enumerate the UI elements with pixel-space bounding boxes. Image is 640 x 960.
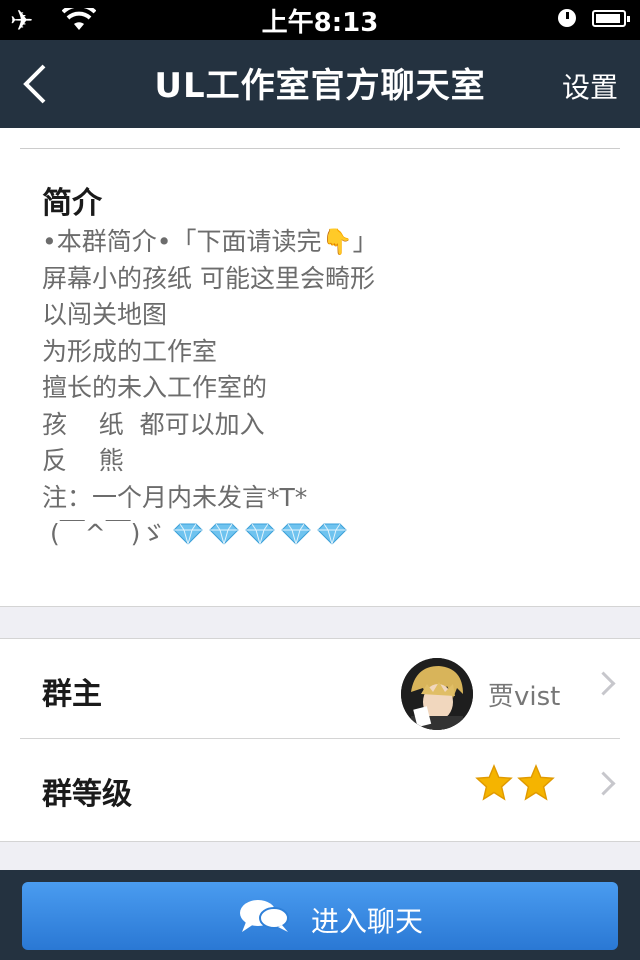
owner-avatar xyxy=(401,658,473,730)
settings-button[interactable]: 设置 xyxy=(562,66,618,106)
intro-line: 为形成的工作室 xyxy=(42,336,218,366)
emoticon-text: (￣^￣)ゞ xyxy=(42,519,166,548)
battery-icon xyxy=(592,10,630,27)
navigation-bar: UL工作室官方聊天室 设置 xyxy=(0,40,640,128)
chat-bubbles-icon xyxy=(240,900,289,932)
intro-text: •本群简介•「下面请读完👇」 屏幕小的孩纸 可能这里会畸形 以闯关地图 为形成的… xyxy=(42,224,378,553)
diamond-icon xyxy=(245,523,276,545)
intro-line: 屏幕小的孩纸 可能这里会畸形 xyxy=(42,263,375,293)
enter-chat-label: 进入聊天 xyxy=(311,905,424,938)
page-title: UL工作室官方聊天室 xyxy=(154,66,486,106)
owner-label: 群主 xyxy=(42,677,102,712)
row-group-level[interactable]: 群等级 xyxy=(0,739,640,839)
status-time: 上午8:13 xyxy=(261,8,379,38)
intro-line: 注：一个月内未发言*T* xyxy=(42,482,308,512)
intro-line: 以闯关地图 xyxy=(42,300,168,329)
star-icon xyxy=(475,764,513,801)
intro-heading: 简介 xyxy=(42,186,102,221)
diamond-icon xyxy=(209,523,240,545)
row-group-owner[interactable]: 群主 贾vist xyxy=(0,639,640,739)
chevron-right-icon xyxy=(591,671,616,696)
divider xyxy=(20,148,620,149)
diamond-icon xyxy=(173,523,204,545)
owner-name: 贾vist xyxy=(488,682,561,712)
diamond-icon xyxy=(281,523,312,545)
intro-line: 擅长的未入工作室的 xyxy=(42,373,268,402)
enter-chat-button[interactable]: 进入聊天 xyxy=(22,882,618,950)
diamond-row xyxy=(173,519,353,548)
diamond-icon xyxy=(317,523,348,545)
group-info-list: 群主 贾vist 群等级 xyxy=(0,638,640,842)
star-icon xyxy=(517,764,555,801)
intro-line: 孩 纸 都可以加入 xyxy=(42,409,265,439)
alarm-clock-icon xyxy=(558,9,576,27)
chevron-right-icon xyxy=(591,771,616,796)
status-bar: ✈ 上午8:13 xyxy=(0,0,640,40)
bottom-toolbar: 进入聊天 xyxy=(0,870,640,960)
intro-line: •本群简介•「下面请读完👇」 xyxy=(42,227,378,256)
level-label: 群等级 xyxy=(42,777,132,812)
intro-line: 反 熊 xyxy=(42,446,124,475)
intro-emoticon-line: (￣^￣)ゞ xyxy=(42,516,378,553)
intro-card: 简介 •本群简介•「下面请读完👇」 屏幕小的孩纸 可能这里会畸形 以闯关地图 为… xyxy=(0,128,640,607)
